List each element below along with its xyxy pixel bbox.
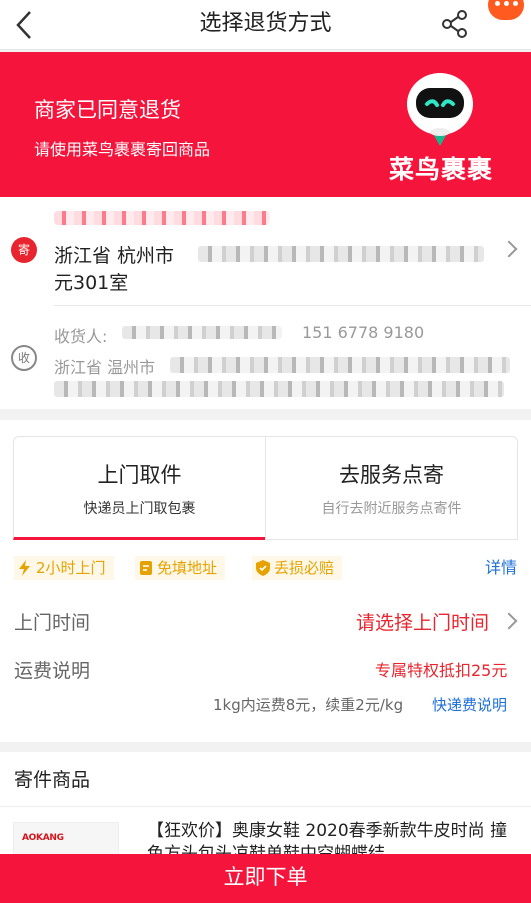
sender-name-redacted	[54, 211, 270, 225]
receiver-line: 收货人: 151 6778 9180	[54, 323, 424, 347]
sender-pin-icon: 寄	[11, 237, 37, 263]
pickup-time-label: 上门时间	[14, 612, 91, 634]
form-icon	[139, 559, 153, 575]
goods-heading: 寄件商品	[14, 769, 91, 791]
receiver-address-redacted-2	[54, 381, 504, 397]
badge-label: 丢损必赔	[274, 559, 335, 577]
chevron-right-icon[interactable]	[500, 612, 518, 630]
fee-discount: 专属特权抵扣25元	[375, 661, 508, 680]
lightning-icon	[18, 559, 32, 576]
sender-address-redacted	[198, 246, 484, 262]
badge-label: 2小时上门	[36, 559, 106, 577]
fee-label: 运费说明	[14, 660, 91, 682]
fee-explanation-link[interactable]: 快递费说明	[432, 694, 507, 715]
goods-divider	[0, 806, 531, 807]
shield-icon	[256, 559, 270, 576]
aokang-logo: AOKANG	[22, 833, 64, 843]
tab-subtitle: 快递员上门取包裹	[83, 501, 196, 517]
cainiao-banner: 商家已同意退货 请使用菜鸟裹裹寄回商品 菜鸟裹裹	[0, 52, 531, 197]
banner-title: 商家已同意退货	[34, 98, 181, 122]
sender-address-line2: 元301室	[54, 272, 129, 294]
receiver-address-prefix: 浙江省 温州市	[54, 358, 156, 377]
share-icon[interactable]	[440, 9, 470, 39]
banner-subtitle: 请使用菜鸟裹裹寄回商品	[34, 140, 211, 159]
chevron-right-icon[interactable]	[500, 240, 518, 258]
cainiao-robot-icon	[402, 68, 478, 148]
delivery-method-card: 上门取件 快递员上门取包裹 去服务点寄 自行去附近服务点寄件 2小时上门 免填地…	[0, 420, 531, 742]
tab-door-pickup[interactable]: 上门取件 快递员上门取包裹	[13, 436, 266, 540]
badge-label: 免填地址	[157, 559, 218, 577]
tab-service-point[interactable]: 去服务点寄 自行去附近服务点寄件	[265, 436, 518, 540]
nav-header: 选择退货方式	[0, 0, 531, 50]
address-card: 寄 浙江省 杭州市 元301室 收货人: 151 6778 9180 收 浙江省…	[0, 197, 531, 409]
place-order-button[interactable]: 立即下单	[0, 854, 531, 903]
fee-description: 1kg内运费8元，续重2元/kg	[213, 696, 404, 714]
badge-loss-compensation: 丢损必赔	[252, 556, 343, 580]
pickup-time-select[interactable]: 请选择上门时间	[356, 608, 489, 635]
tab-title: 去服务点寄	[339, 463, 444, 487]
badge-fast-pickup: 2小时上门	[14, 556, 114, 580]
address-divider	[54, 305, 531, 306]
cainiao-brand-logo: 菜鸟裹裹	[389, 155, 494, 184]
sender-address-line1: 浙江省 杭州市	[54, 245, 175, 267]
sender-address[interactable]: 浙江省 杭州市	[54, 241, 174, 268]
receiver-pin-icon: 收	[11, 345, 37, 371]
return-method-page: 选择退货方式 商家已同意退货 请使用菜鸟裹裹寄回商品 菜鸟裹裹 寄 浙江省 杭州…	[0, 0, 531, 903]
details-link[interactable]: 详情	[485, 556, 517, 580]
badge-no-address: 免填地址	[135, 556, 226, 580]
tab-subtitle: 自行去附近服务点寄件	[321, 501, 462, 517]
receiver-phone: 151 6778 9180	[302, 323, 425, 342]
receiver-address-redacted	[170, 357, 510, 373]
receiver-label: 收货人:	[54, 327, 108, 346]
receiver-name-redacted	[122, 326, 282, 339]
tab-title: 上门取件	[97, 463, 182, 487]
